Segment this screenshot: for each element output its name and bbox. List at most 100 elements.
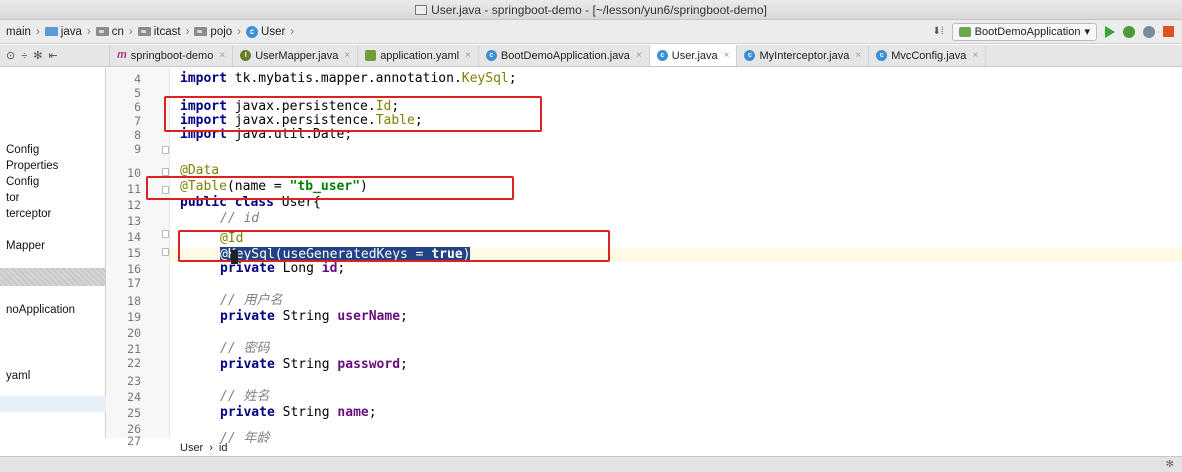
line-number: 20 — [127, 326, 141, 340]
close-icon[interactable]: × — [344, 50, 350, 61]
line-number: 19 — [127, 310, 141, 324]
tab-usermapper[interactable]: I UserMapper.java × — [233, 45, 359, 66]
fold-marker-icon[interactable] — [162, 230, 169, 238]
maven-icon: m — [117, 49, 127, 61]
folder-icon — [44, 27, 58, 36]
line-number: 15 — [127, 246, 141, 260]
window-title-bar: User.java - springboot-demo - [~/lesson/… — [0, 0, 1182, 20]
run-toolbar: ⬇⁞ BootDemoApplication ▾ — [933, 22, 1182, 41]
line-number: 10 — [127, 166, 141, 180]
crumb-itcast[interactable]: itcast — [137, 26, 181, 38]
code-line-19: private String userName; — [220, 309, 408, 324]
hide-icon[interactable]: ⇤ — [48, 49, 57, 62]
line-number: 7 — [134, 114, 141, 128]
code-line-18: // 用户名 — [220, 293, 283, 308]
crumb-cn[interactable]: cn — [95, 26, 124, 38]
springboot-class-icon: c — [485, 50, 497, 61]
stop-icon[interactable] — [1163, 26, 1174, 37]
chevron-right-icon: › — [290, 25, 295, 38]
code-line-25: private String name; — [220, 405, 377, 420]
highlight-box-keysql-annotation — [178, 230, 610, 262]
close-icon[interactable]: × — [219, 50, 225, 61]
fold-marker-icon[interactable] — [162, 146, 169, 154]
mouse-cursor-icon — [231, 250, 238, 264]
tab-springboot-demo[interactable]: m springboot-demo × — [110, 45, 234, 66]
code-line-24: // 姓名 — [220, 389, 270, 404]
status-bar: ✻ — [0, 456, 1182, 472]
package-icon — [137, 27, 151, 36]
close-icon[interactable]: × — [636, 50, 642, 61]
line-number: 23 — [127, 374, 141, 388]
tab-application-yaml[interactable]: application.yaml × — [358, 45, 479, 66]
close-icon[interactable]: × — [724, 50, 730, 61]
project-tree: Config Properties Config tor terceptor M… — [0, 68, 106, 438]
line-number: 18 — [127, 294, 141, 308]
code-line-13: // id — [220, 211, 260, 226]
gear-icon[interactable]: ✻ — [33, 49, 42, 62]
tree-item[interactable]: yaml — [6, 370, 30, 382]
line-number: 21 — [127, 342, 141, 356]
gear-icon[interactable]: ✻ — [1166, 459, 1174, 470]
close-icon[interactable]: × — [972, 50, 978, 61]
collapse-icon[interactable]: ÷ — [21, 50, 27, 62]
highlight-box-table-annotation — [146, 176, 514, 200]
tree-item[interactable]: terceptor — [6, 208, 51, 220]
coverage-icon[interactable] — [1143, 25, 1155, 38]
code-line-16: private Long id; — [220, 261, 346, 276]
debug-icon[interactable] — [1123, 25, 1135, 38]
chevron-right-icon: › — [185, 25, 190, 38]
fold-marker-icon[interactable] — [162, 168, 169, 176]
tree-item[interactable]: Config — [6, 144, 39, 156]
chevron-down-icon: ▾ — [1084, 26, 1090, 38]
line-number: 11 — [127, 182, 141, 196]
breadcrumb-class[interactable]: User — [180, 442, 203, 454]
code-line-21: // 密码 — [220, 341, 270, 356]
navigation-bar: main › java › cn › itcast › pojo › c User… — [0, 20, 1182, 44]
target-icon[interactable]: ⊙ — [6, 49, 15, 62]
tree-separator — [0, 268, 106, 286]
chevron-right-icon: › — [209, 442, 213, 454]
tab-mvcconfig[interactable]: c MvcConfig.java × — [869, 45, 987, 66]
code-editor[interactable]: import tk.mybatis.mapper.annotation.KeyS… — [146, 68, 1182, 446]
crumb-user[interactable]: c User — [246, 25, 285, 38]
highlight-box-imports — [164, 96, 542, 132]
crumb-pojo[interactable]: pojo — [194, 26, 232, 38]
tree-item[interactable]: Mapper — [6, 240, 45, 252]
close-icon[interactable]: × — [855, 50, 861, 61]
tree-item[interactable]: noApplication — [6, 304, 75, 316]
code-line-22: private String password; — [220, 357, 408, 372]
tree-item[interactable]: Config — [6, 176, 39, 188]
run-configuration-select[interactable]: BootDemoApplication ▾ — [951, 22, 1097, 41]
project-tool-icons: ⊙ ÷ ✻ ⇤ — [0, 45, 110, 66]
line-number: 24 — [127, 390, 141, 404]
class-icon: c — [656, 50, 668, 61]
project-window-icon — [415, 5, 428, 15]
fold-marker-icon[interactable] — [162, 248, 169, 256]
interface-icon: I — [240, 50, 252, 61]
package-icon — [95, 27, 109, 36]
tab-myinterceptor[interactable]: c MyInterceptor.java × — [737, 45, 870, 66]
chevron-right-icon: › — [35, 25, 40, 38]
tab-user-java[interactable]: c User.java × — [649, 45, 738, 66]
run-icon[interactable] — [1105, 25, 1115, 38]
line-number: 22 — [127, 356, 141, 370]
crumb-java[interactable]: java — [44, 26, 82, 38]
tab-bootdemoapplication[interactable]: c BootDemoApplication.java × — [479, 45, 650, 66]
line-number: 17 — [127, 276, 141, 290]
line-number: 4 — [134, 72, 141, 86]
tree-item[interactable]: Properties — [6, 160, 58, 172]
line-number: 14 — [127, 230, 141, 244]
close-icon[interactable]: × — [465, 50, 471, 61]
breadcrumb-member[interactable]: id — [219, 442, 228, 454]
path-breadcrumb: main › java › cn › itcast › pojo › c User… — [0, 25, 296, 38]
line-number: 27 — [127, 434, 141, 448]
tree-item[interactable]: tor — [6, 192, 19, 204]
chevron-right-icon: › — [237, 25, 242, 38]
line-number: 9 — [134, 142, 141, 156]
class-icon: c — [744, 50, 756, 61]
class-icon: c — [876, 50, 888, 61]
line-number: 16 — [127, 262, 141, 276]
build-icon[interactable]: ⬇⁞ — [933, 26, 944, 37]
crumb-main[interactable]: main — [6, 26, 31, 38]
line-number: 13 — [127, 214, 141, 228]
